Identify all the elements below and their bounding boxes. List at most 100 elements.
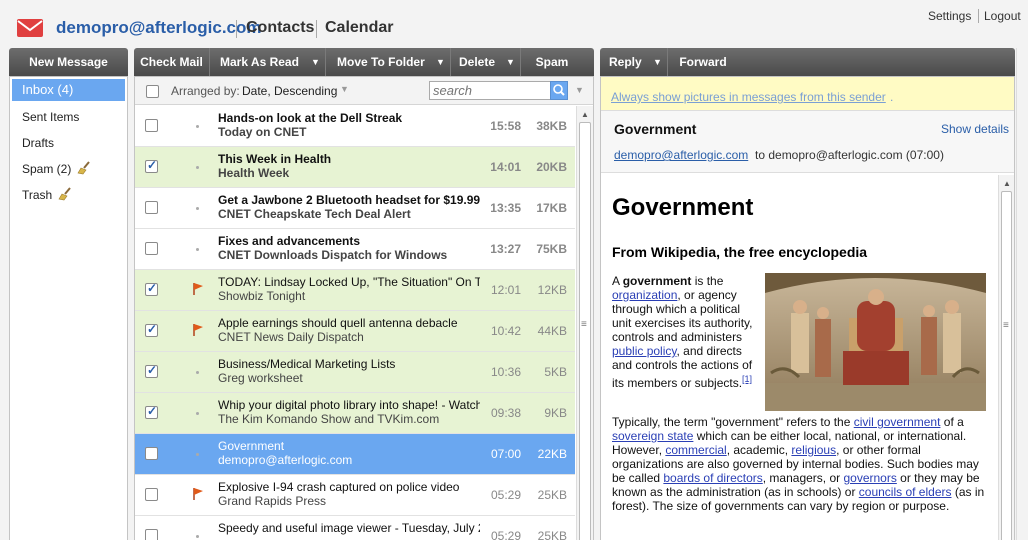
new-message-button[interactable]: New Message (9, 48, 128, 76)
body-link[interactable]: councils of elders (859, 485, 952, 499)
message-time: 07:00 (490, 447, 521, 461)
broom-icon[interactable] (77, 161, 91, 175)
reply-button[interactable]: Reply (600, 48, 648, 76)
preview-scrollbar[interactable]: ▲ ≡ (998, 175, 1014, 540)
body-link[interactable]: civil government (854, 415, 941, 429)
message-row[interactable]: TODAY: Lindsay Locked Up, "The Situation… (135, 270, 575, 311)
message-checkbox[interactable] (145, 119, 158, 132)
flag-placeholder-icon[interactable] (196, 166, 199, 169)
body-link[interactable]: governors (843, 471, 896, 485)
always-show-pictures-link[interactable]: Always show pictures in messages from th… (611, 90, 886, 104)
message-row[interactable]: Explosive I-94 crash captured on police … (135, 475, 575, 516)
flag-placeholder-icon[interactable] (196, 412, 199, 415)
search-input[interactable] (429, 81, 551, 100)
message-subject: Government (218, 439, 285, 453)
folder-trash[interactable]: Trash (12, 184, 125, 206)
body-text: , academic, (726, 443, 792, 457)
chevron-down-icon[interactable]: ▼ (340, 84, 349, 94)
message-sender: CNET Cheapskate Tech Deal Alert (218, 207, 411, 221)
message-checkbox[interactable] (145, 404, 158, 419)
flag-placeholder-icon[interactable] (196, 535, 199, 538)
flag-icon[interactable] (192, 323, 204, 337)
sort-order-select[interactable]: Date, Descending (242, 84, 337, 98)
message-checkbox[interactable] (145, 363, 158, 378)
broom-icon[interactable] (58, 187, 72, 201)
forward-button[interactable]: Forward (669, 48, 737, 76)
flag-icon[interactable] (192, 282, 204, 296)
chevron-down-icon[interactable]: ▼ (575, 85, 584, 95)
message-checkbox[interactable] (145, 322, 158, 337)
show-details-link[interactable]: Show details (941, 122, 1009, 136)
message-row[interactable]: Get a Jawbone 2 Bluetooth headset for $1… (135, 188, 575, 229)
message-checkbox[interactable] (145, 158, 158, 173)
body-link[interactable]: commercial (665, 443, 726, 457)
body-link[interactable]: public policy (612, 344, 676, 358)
message-sender: Greg worksheet (218, 371, 303, 385)
mark-as-read-button[interactable]: Mark As Read (210, 48, 306, 76)
folder-inbox[interactable]: Inbox (4) (12, 79, 125, 101)
body-link[interactable]: religious (791, 443, 836, 457)
arranged-by-label: Arranged by: (171, 84, 240, 98)
message-checkbox[interactable] (145, 488, 158, 501)
logout-link[interactable]: Logout (984, 9, 1021, 23)
message-row[interactable]: This Week in HealthHealth Week 14:01 20KB (135, 147, 575, 188)
body-link[interactable]: sovereign state (612, 429, 693, 443)
delete-button[interactable]: Delete (451, 48, 501, 76)
flag-placeholder-icon[interactable] (196, 453, 199, 456)
message-row[interactable]: Apple earnings should quell antenna deba… (135, 311, 575, 352)
scrollbar-thumb[interactable]: ≡ (579, 122, 591, 540)
body-link[interactable]: [1] (742, 374, 752, 384)
body-link[interactable]: organization (612, 288, 677, 302)
message-time: 09:38 (490, 406, 521, 420)
nav-calendar[interactable]: Calendar (325, 19, 393, 37)
settings-link[interactable]: Settings (928, 9, 971, 23)
window-scrollbar[interactable] (1016, 48, 1028, 540)
body-link[interactable]: boards of directors (663, 471, 762, 485)
nav-contacts[interactable]: Contacts (246, 19, 314, 37)
message-row[interactable]: Fixes and advancements CNET Downloads Dis… (135, 229, 575, 270)
folder-sent-items[interactable]: Sent Items (12, 106, 125, 128)
scrollbar-thumb[interactable]: ≡ (1001, 191, 1012, 540)
chevron-down-icon[interactable]: ▼ (431, 48, 451, 76)
chevron-down-icon[interactable]: ▼ (648, 48, 668, 76)
sender-email-link[interactable]: demopro@afterlogic.com (614, 148, 748, 162)
chevron-down-icon[interactable]: ▼ (501, 48, 521, 76)
message-checkbox[interactable] (145, 529, 158, 540)
check-mail-button[interactable]: Check Mail (134, 48, 210, 76)
chevron-down-icon[interactable]: ▼ (306, 48, 326, 76)
message-time: 13:27 (490, 242, 521, 256)
message-row[interactable]: Hands-on look at the Dell Streak Today on… (135, 106, 575, 147)
app-header: demopro@afterlogic.com Contacts Calendar… (0, 0, 1028, 48)
message-checkbox[interactable] (145, 201, 158, 214)
folder-label: Trash (22, 188, 53, 202)
message-checkbox[interactable] (145, 447, 158, 460)
flag-icon[interactable] (192, 487, 204, 501)
body-bold-text: government (622, 274, 692, 288)
message-checkbox[interactable] (145, 281, 158, 296)
message-sender: The Kim Komando Show and TVKim.com (218, 412, 440, 426)
folder-label: Inbox (4) (22, 82, 74, 97)
message-row[interactable]: Speedy and useful image viewer - Tuesday… (135, 516, 575, 540)
flag-placeholder-icon[interactable] (196, 207, 199, 210)
body-paragraph-2: Typically, the term "government" refers … (612, 415, 990, 513)
select-all-checkbox[interactable] (146, 85, 159, 98)
header-divider (978, 9, 979, 23)
search-button[interactable] (550, 81, 568, 100)
folder-spam[interactable]: Spam (2) (12, 158, 125, 180)
account-email[interactable]: demopro@afterlogic.com (56, 18, 262, 38)
pictures-notice: Always show pictures in messages from th… (601, 77, 1014, 111)
flag-placeholder-icon[interactable] (196, 248, 199, 251)
flag-placeholder-icon[interactable] (196, 371, 199, 374)
message-row[interactable]: Government demopro@afterlogic.com 07:00 22K… (135, 434, 575, 475)
scroll-up-icon[interactable]: ▲ (581, 110, 589, 119)
spam-button[interactable]: Spam (522, 48, 582, 76)
message-row[interactable]: Whip your digital photo library into sha… (135, 393, 575, 434)
folder-drafts[interactable]: Drafts (12, 132, 125, 154)
flag-placeholder-icon[interactable] (196, 125, 199, 128)
scroll-up-icon[interactable]: ▲ (1003, 179, 1011, 188)
move-to-folder-button[interactable]: Move To Folder (327, 48, 431, 76)
message-row[interactable]: Business/Medical Marketing ListsGreg wor… (135, 352, 575, 393)
list-scrollbar[interactable]: ▲ ≡ (576, 106, 593, 540)
message-checkbox[interactable] (145, 242, 158, 255)
message-subject: TODAY: Lindsay Locked Up, "The Situation… (218, 275, 480, 289)
